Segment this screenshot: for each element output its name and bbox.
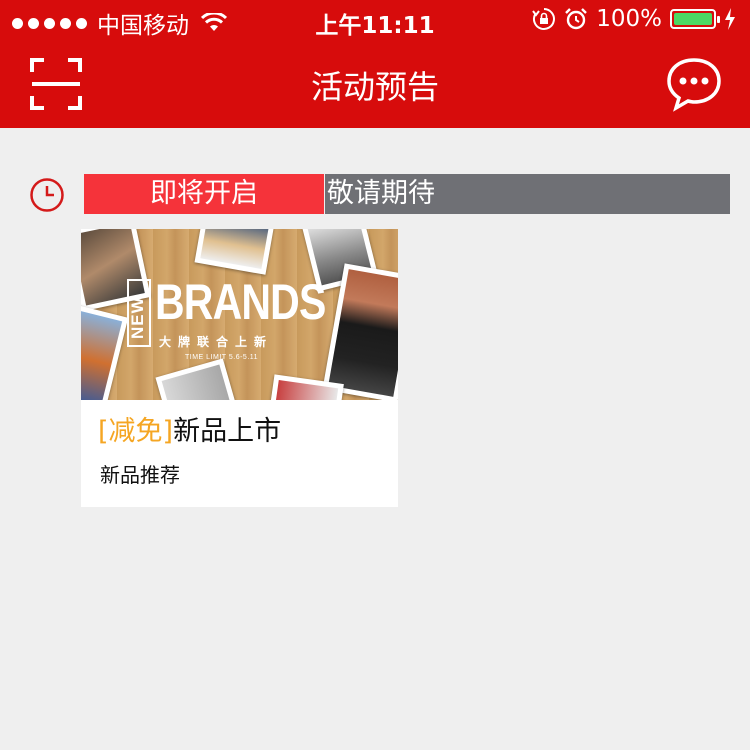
status-bar: 中国移动 上午11:11 100% (0, 0, 750, 40)
banner-brands-text: BRANDS (155, 274, 326, 330)
top-bar: 中国移动 上午11:11 100% 活动预告 (0, 0, 750, 128)
status-right: 100% (532, 6, 736, 32)
alarm-icon (565, 8, 588, 30)
battery-percent: 100% (596, 6, 662, 32)
charging-icon (725, 8, 735, 30)
navigation-bar: 活动预告 (0, 40, 750, 128)
promotion-banner-image: NEW BRANDS 大牌联合上新 TIME LIMIT 5.6-5.11 (81, 229, 398, 400)
banner-time-limit: TIME LIMIT 5.6-5.11 (185, 354, 259, 361)
coming-soon-banner: 敬请期待 (325, 174, 730, 214)
clock-icon (30, 178, 64, 212)
chat-bubble-icon[interactable] (666, 56, 722, 112)
upcoming-badge: 即将开启 (84, 174, 324, 214)
orientation-lock-icon (532, 8, 556, 30)
battery-icon (670, 9, 720, 29)
status-tag-row: 即将开启 敬请期待 (0, 174, 750, 214)
page-title: 活动预告 (310, 68, 439, 106)
card-subtitle: 新品推荐 (100, 463, 180, 487)
promotion-card[interactable]: NEW BRANDS 大牌联合上新 TIME LIMIT 5.6-5.11 [减… (81, 229, 398, 507)
banner-subtitle: 大牌联合上新 (159, 335, 274, 349)
card-title: [减免]新品上市 (98, 409, 281, 448)
card-title-text: 新品上市 (173, 416, 282, 447)
discount-tag: [减免] (98, 416, 174, 447)
banner-new-text: NEW (128, 296, 147, 339)
